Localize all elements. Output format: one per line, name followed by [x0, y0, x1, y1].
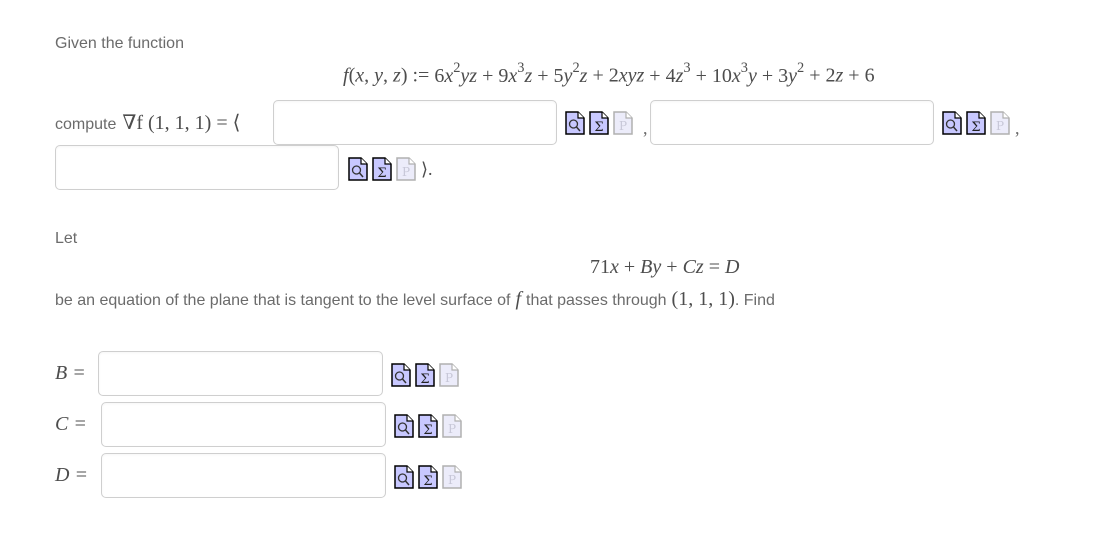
- function-term: 6x2yz: [434, 59, 478, 87]
- equation-editor-icon[interactable]: Σ: [418, 465, 438, 489]
- preview-icon[interactable]: [942, 111, 962, 135]
- parse-icon-disabled: P: [396, 157, 416, 181]
- description-middle: that passes through: [526, 292, 667, 309]
- equation-editor-icon[interactable]: Σ: [372, 157, 392, 181]
- compute-label: compute: [55, 116, 117, 133]
- equation-editor-icon[interactable]: Σ: [966, 111, 986, 135]
- svg-text:P: P: [996, 119, 1004, 133]
- gradient-expression: ∇f (1, 1, 1) = ⟨: [122, 112, 241, 134]
- parse-icon-disabled: P: [990, 111, 1010, 135]
- answer-c-tools: ΣP: [394, 414, 462, 438]
- comma-separator: ,: [1015, 118, 1020, 138]
- answer-b-tools: ΣP: [391, 363, 459, 387]
- answer-c-label-text: C =: [55, 413, 87, 435]
- answer-d-label: D =: [55, 464, 88, 487]
- comma-separator: ,: [643, 118, 648, 138]
- preview-icon[interactable]: [348, 157, 368, 181]
- given-label: Given the function: [55, 35, 184, 52]
- gradient-z-input[interactable]: [55, 145, 339, 190]
- answer-b-input[interactable]: [98, 351, 383, 396]
- svg-text:Σ: Σ: [594, 120, 603, 135]
- f-symbol: f: [515, 288, 521, 310]
- svg-text:P: P: [448, 422, 456, 436]
- svg-text:Σ: Σ: [971, 120, 980, 135]
- gradient-y-tools: ΣP: [942, 111, 1010, 135]
- function-definition: f(x, y, z) := 6x2yz + 9x3z + 5y2z + 2xyz…: [343, 59, 875, 88]
- gradient-y-input[interactable]: [650, 100, 934, 145]
- description-after: . Find: [734, 292, 775, 309]
- svg-text:P: P: [619, 119, 627, 133]
- compute-prompt: compute ∇f (1, 1, 1) = ⟨: [55, 110, 240, 135]
- function-term: + 5y2z: [532, 59, 588, 87]
- answer-c-input[interactable]: [101, 402, 386, 447]
- answer-d-input[interactable]: [101, 453, 386, 498]
- parse-icon-disabled: P: [439, 363, 459, 387]
- preview-icon[interactable]: [565, 111, 585, 135]
- function-term: + 2xyz: [587, 64, 645, 87]
- answer-d-label-text: D =: [55, 464, 88, 486]
- gradient-z-tools: ΣP: [348, 157, 416, 181]
- answer-c-label: C =: [55, 413, 87, 436]
- svg-text:Σ: Σ: [423, 423, 432, 438]
- svg-text:P: P: [402, 165, 410, 179]
- answer-d-tools: ΣP: [394, 465, 462, 489]
- gradient-x-tools: ΣP: [565, 111, 633, 135]
- point: (1, 1, 1): [671, 288, 735, 310]
- equation-editor-icon[interactable]: Σ: [418, 414, 438, 438]
- parse-icon-disabled: P: [442, 414, 462, 438]
- svg-text:Σ: Σ: [423, 474, 432, 489]
- svg-text:P: P: [445, 371, 453, 385]
- plane-description: be an equation of the plane that is tang…: [55, 288, 775, 311]
- preview-icon[interactable]: [394, 414, 414, 438]
- function-term: + 9x3z: [477, 59, 533, 87]
- preview-icon[interactable]: [391, 363, 411, 387]
- description-before: be an equation of the plane that is tang…: [55, 292, 511, 309]
- gradient-x-input[interactable]: [273, 100, 557, 145]
- svg-text:Σ: Σ: [420, 372, 429, 387]
- parse-icon-disabled: P: [613, 111, 633, 135]
- answer-b-label: B =: [55, 362, 86, 385]
- function-term: + 2z: [804, 64, 844, 87]
- answer-b-label-text: B =: [55, 362, 86, 384]
- svg-text:Σ: Σ: [377, 166, 386, 181]
- svg-text:P: P: [448, 473, 456, 487]
- function-term: + 6: [843, 64, 875, 87]
- parse-icon-disabled: P: [442, 465, 462, 489]
- function-term: + 3y2: [756, 59, 805, 87]
- let-label: Let: [55, 230, 78, 247]
- function-lhs: f(x, y, z) :=: [343, 64, 430, 87]
- equation-editor-icon[interactable]: Σ: [415, 363, 435, 387]
- equation-editor-icon[interactable]: Σ: [589, 111, 609, 135]
- preview-icon[interactable]: [394, 465, 414, 489]
- plane-equation: 71x + By + Cz = D: [590, 256, 740, 278]
- closing-bracket: ⟩.: [421, 159, 433, 179]
- function-term: + 10x3y: [690, 59, 757, 87]
- function-term: + 4z3: [644, 59, 691, 87]
